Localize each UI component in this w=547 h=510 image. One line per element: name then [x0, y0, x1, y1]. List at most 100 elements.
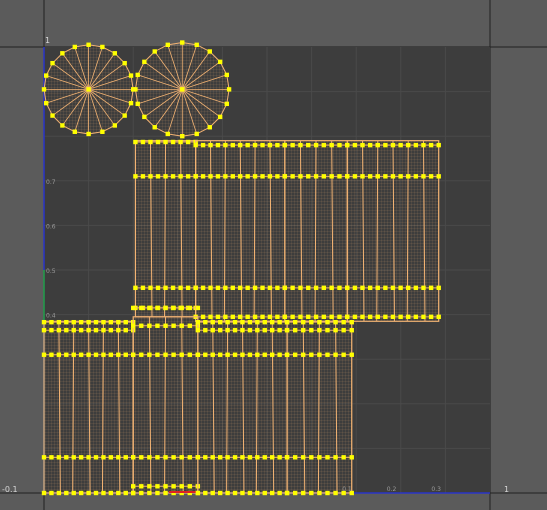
uv-vertex[interactable] — [349, 319, 354, 325]
uv-vertex[interactable] — [171, 455, 176, 460]
uv-vertex[interactable] — [406, 314, 411, 320]
uv-vertex[interactable] — [349, 352, 354, 357]
uv-vertex[interactable] — [155, 174, 161, 179]
uv-vertex[interactable] — [333, 328, 338, 333]
uv-vertex[interactable] — [217, 319, 223, 325]
uv-vertex[interactable] — [179, 455, 184, 460]
uv-vertex[interactable] — [398, 142, 403, 148]
uv-vertex[interactable] — [163, 323, 168, 328]
uv-vertex[interactable] — [215, 314, 221, 320]
uv-vertex[interactable] — [309, 328, 314, 333]
uv-vertex[interactable] — [135, 72, 140, 78]
uv-vertex[interactable] — [421, 142, 426, 148]
uv-vertex[interactable] — [49, 352, 54, 357]
uv-vertex[interactable] — [267, 314, 273, 320]
uv-vertex[interactable] — [217, 352, 223, 357]
uv-vertex[interactable] — [267, 285, 273, 291]
uv-vertex[interactable] — [333, 455, 338, 460]
uv-vertex[interactable] — [270, 490, 275, 496]
uv-vertex[interactable] — [245, 314, 250, 320]
uv-vertex[interactable] — [123, 328, 128, 333]
uv-vertex[interactable] — [349, 328, 354, 333]
uv-vertex[interactable] — [131, 455, 136, 460]
uv-vertex[interactable] — [428, 314, 434, 320]
uv-vertex[interactable] — [72, 44, 78, 50]
uv-vertex[interactable] — [195, 490, 201, 496]
uv-vertex[interactable] — [116, 352, 121, 357]
uv-vertex[interactable] — [171, 323, 176, 328]
uv-vertex[interactable] — [421, 314, 426, 320]
uv-vertex[interactable] — [116, 455, 121, 460]
uv-vertex[interactable] — [317, 490, 322, 496]
uv-vertex[interactable] — [306, 142, 311, 148]
uv-shell-strip-top-2[interactable] — [193, 140, 288, 322]
uv-vertex[interactable] — [270, 455, 275, 460]
uv-vertex[interactable] — [277, 319, 282, 325]
uv-vertex[interactable] — [179, 352, 184, 357]
uv-vertex[interactable] — [203, 490, 208, 496]
uv-vertex[interactable] — [49, 490, 54, 496]
uv-vertex[interactable] — [301, 328, 306, 333]
uv-vertex[interactable] — [341, 455, 346, 460]
uv-vertex[interactable] — [170, 139, 176, 145]
uv-vertex[interactable] — [383, 314, 388, 320]
uv-vertex[interactable] — [112, 123, 118, 128]
uv-vertex[interactable] — [131, 305, 136, 311]
uv-vertex[interactable] — [49, 328, 54, 333]
uv-vertex[interactable] — [116, 328, 121, 333]
uv-vertex[interactable] — [78, 490, 84, 496]
uv-vertex[interactable] — [163, 490, 168, 496]
uv-vertex[interactable] — [148, 285, 153, 291]
uv-vertex[interactable] — [284, 328, 290, 333]
uv-vertex[interactable] — [367, 142, 373, 148]
uv-vertex[interactable] — [321, 285, 327, 291]
uv-vertex[interactable] — [187, 305, 192, 311]
uv-vertex[interactable] — [345, 174, 350, 179]
uv-vertex[interactable] — [71, 352, 76, 357]
uv-vertex[interactable] — [56, 328, 62, 333]
uv-editor-viewport[interactable]: 1 -0.1 1 0.7 0.6 0.5 0.4 0.1 0.2 0.3 — [0, 0, 547, 510]
uv-vertex[interactable] — [421, 285, 426, 291]
uv-vertex[interactable] — [301, 490, 306, 496]
uv-vertex[interactable] — [200, 314, 206, 320]
uv-vertex[interactable] — [413, 174, 419, 179]
uv-vertex[interactable] — [398, 174, 403, 179]
uv-vertex[interactable] — [260, 174, 265, 179]
uv-vertex[interactable] — [131, 323, 136, 328]
uv-vertex[interactable] — [333, 352, 338, 357]
uv-vertex[interactable] — [337, 174, 342, 179]
uv-vertex[interactable] — [163, 455, 168, 460]
uv-vertex[interactable] — [238, 142, 243, 148]
uv-vertex[interactable] — [284, 319, 290, 325]
uv-vertex[interactable] — [309, 455, 314, 460]
uv-vertex[interactable] — [301, 319, 306, 325]
uv-vertex[interactable] — [406, 142, 411, 148]
uv-vertex[interactable] — [398, 285, 403, 291]
uv-vertex[interactable] — [390, 285, 396, 291]
uv-vertex[interactable] — [71, 319, 76, 325]
uv-vertex[interactable] — [375, 142, 380, 148]
uv-vertex[interactable] — [208, 142, 213, 148]
uv-vertex[interactable] — [148, 139, 153, 145]
uv-vertex[interactable] — [290, 285, 295, 291]
uv-vertex[interactable] — [50, 60, 55, 66]
uv-vertex[interactable] — [100, 44, 105, 50]
uv-vertex[interactable] — [301, 455, 306, 460]
uv-vertex[interactable] — [436, 314, 441, 320]
uv-vertex[interactable] — [208, 174, 213, 179]
uv-vertex[interactable] — [262, 328, 267, 333]
uv-vertex[interactable] — [93, 319, 99, 325]
uv-vertex[interactable] — [60, 51, 65, 56]
uv-vertex[interactable] — [292, 455, 298, 460]
uv-vertex[interactable] — [43, 100, 49, 106]
uv-vertex[interactable] — [78, 328, 84, 333]
uv-vertex[interactable] — [41, 328, 47, 333]
uv-vertex[interactable] — [406, 285, 411, 291]
uv-vertex[interactable] — [313, 285, 319, 291]
uv-vertex[interactable] — [93, 328, 99, 333]
uv-vertex[interactable] — [284, 352, 290, 357]
uv-vertex[interactable] — [345, 142, 350, 148]
uv-vertex[interactable] — [313, 142, 319, 148]
uv-vertex[interactable] — [255, 490, 260, 496]
uv-vertex[interactable] — [317, 328, 322, 333]
